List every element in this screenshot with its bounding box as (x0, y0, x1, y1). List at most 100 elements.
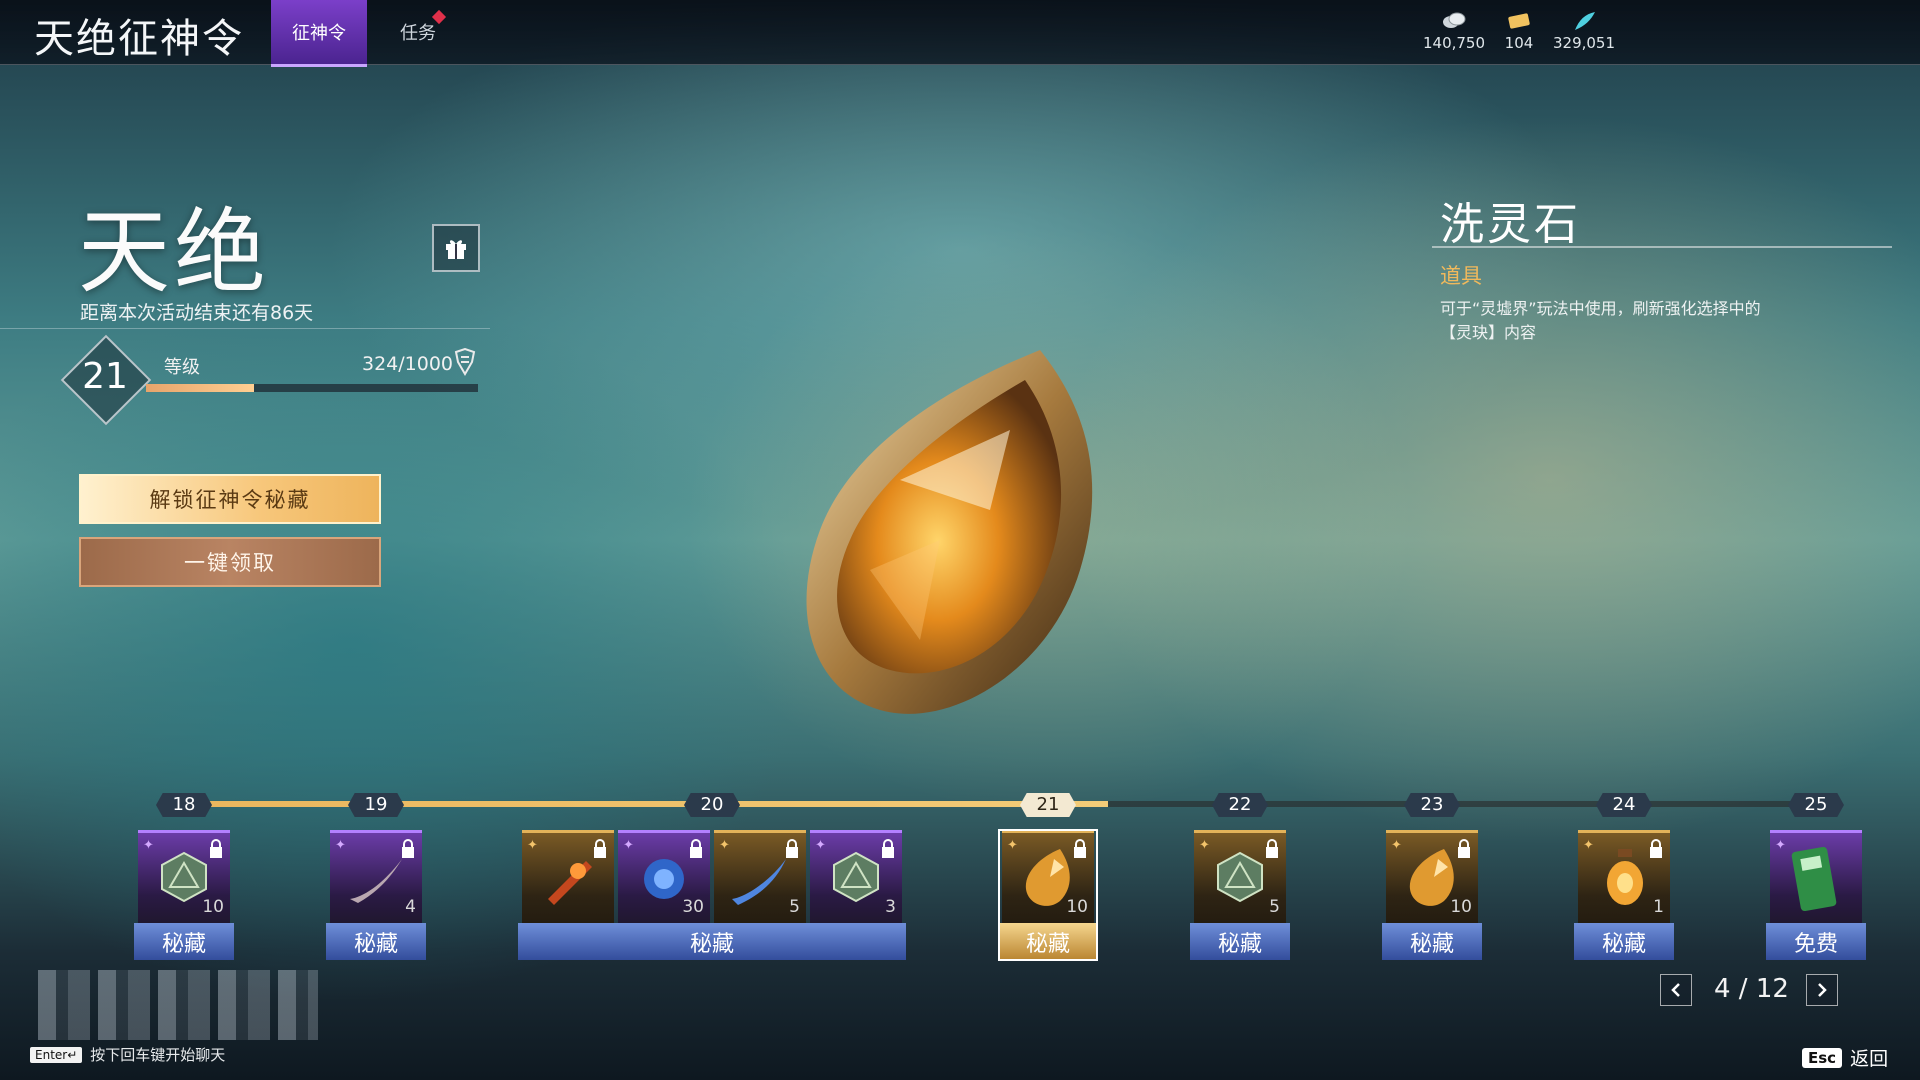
selection-frame (998, 829, 1098, 961)
reward-quantity: 5 (1269, 897, 1280, 917)
item-description-line: 【灵玦】内容 (1440, 323, 1537, 342)
item-type: 道具 (1440, 264, 1482, 288)
reward-slot[interactable]: ✦ 5 (714, 830, 806, 923)
coin-icon (1443, 12, 1466, 28)
reward-slot[interactable]: ✦ 10 (138, 830, 230, 923)
pager-indicator: 4 / 12 (1714, 974, 1789, 1004)
reward-card-18[interactable]: ✦ 10 秘藏 (134, 830, 234, 960)
spirit-stone-icon (806, 350, 1093, 714)
rarity-mark-icon: ✦ (335, 838, 346, 853)
flame-scroll-icon (548, 861, 592, 905)
reward-label: 免费 (1766, 923, 1866, 960)
green-card-icon (1791, 846, 1837, 912)
reward-quantity: 5 (789, 897, 800, 917)
level-tag: 20 (684, 793, 740, 817)
back-hint[interactable]: Esc 返回 (1802, 1044, 1888, 1071)
chat-hint[interactable]: Enter↵ 按下回车键开始聊天 (30, 1044, 225, 1065)
tab-label: 征神令 (292, 23, 346, 44)
level-tag: 25 (1788, 793, 1844, 817)
level-tag: 18 (156, 793, 212, 817)
rarity-mark-icon: ✦ (1391, 838, 1402, 853)
exp-crest-icon (454, 348, 476, 376)
d20-dice-icon (833, 851, 879, 903)
gift-button[interactable] (432, 224, 480, 272)
rarity-mark-icon: ✦ (815, 838, 826, 853)
reward-label: 秘藏 (1574, 923, 1674, 960)
reward-card-25[interactable]: ✦ 免费 (1766, 830, 1866, 960)
feather-icon (1575, 12, 1595, 30)
tab-battle-pass[interactable]: 征神令 (271, 0, 367, 67)
reward-slot[interactable]: ✦ 1 (1578, 830, 1670, 923)
reward-card-19[interactable]: ✦ 4 秘藏 (326, 830, 426, 960)
esc-key-chip: Esc (1802, 1047, 1843, 1068)
reward-slot[interactable]: ✦ (522, 830, 614, 923)
rarity-mark-icon: ✦ (1583, 838, 1594, 853)
exp-progress-bar (146, 384, 478, 392)
reward-quantity: 1 (1653, 897, 1664, 917)
blue-feather-icon (732, 859, 786, 905)
reward-card-22[interactable]: ✦ 5 秘藏 (1190, 830, 1290, 960)
chat-hint-text: 按下回车键开始聊天 (90, 1046, 226, 1064)
level-label: 等级 (164, 357, 200, 378)
back-label: 返回 (1850, 1048, 1889, 1070)
reward-label: 秘藏 (134, 923, 234, 960)
item-description: 可于“灵墟界”玩法中使用，刷新强化选择中的 【灵玦】内容 (1440, 297, 1840, 345)
reward-track-progress (170, 801, 1108, 807)
tab-label: 任务 (400, 23, 436, 44)
reward-label: 秘藏 (1382, 923, 1482, 960)
rarity-mark-icon: ✦ (623, 838, 634, 853)
item-description-line: 可于“灵墟界”玩法中使用，刷新强化选择中的 (1440, 299, 1761, 318)
reward-slot[interactable]: ✦ 3 (810, 830, 902, 923)
amber-lantern-icon (1607, 849, 1643, 905)
exp-value: 324/1000 (362, 353, 454, 375)
divider (1432, 246, 1892, 248)
tab-tasks[interactable]: 任务 (388, 0, 448, 64)
season-name: 天绝 (78, 199, 271, 306)
chat-log-blurred (38, 970, 318, 1040)
item-name: 洗灵石 (1440, 199, 1581, 250)
level-tag: 22 (1212, 793, 1268, 817)
reward-quantity: 10 (1450, 897, 1472, 917)
event-countdown: 距离本次活动结束还有86天 (80, 302, 314, 324)
currency-feather: 329,051 (1544, 10, 1624, 52)
rarity-mark-icon: ✦ (143, 838, 154, 853)
reward-card-23[interactable]: ✦ 10 秘藏 (1382, 830, 1482, 960)
reward-slot[interactable]: ✦ 4 (330, 830, 422, 923)
reward-card-24[interactable]: ✦ 1 秘藏 (1574, 830, 1674, 960)
claw-icon (350, 859, 402, 903)
unlock-premium-button[interactable]: 解锁征神令秘藏 (79, 474, 381, 524)
reward-slot[interactable]: ✦ 5 (1194, 830, 1286, 923)
pager-prev-button[interactable] (1660, 974, 1692, 1006)
chevron-left-icon (1671, 983, 1680, 997)
app-title: 天绝征神令 (34, 16, 244, 62)
ticket-icon (1508, 13, 1530, 29)
reward-card-20[interactable]: ✦ ✦ 30 ✦ 5 ✦ 3 秘藏 (518, 830, 906, 960)
reward-label: 秘藏 (518, 923, 906, 960)
reward-label: 秘藏 (326, 923, 426, 960)
currency-value: 329,051 (1552, 34, 1616, 52)
reward-quantity: 10 (202, 897, 224, 917)
level-tag: 24 (1596, 793, 1652, 817)
pager: 4 / 12 (1660, 972, 1840, 1010)
pager-next-button[interactable] (1806, 974, 1838, 1006)
gift-icon (446, 240, 466, 259)
reward-slot[interactable]: ✦ 10 (1386, 830, 1478, 923)
reward-slot[interactable]: ✦ (1770, 830, 1862, 923)
enter-key-chip: Enter↵ (30, 1046, 83, 1063)
exp-progress-fill (146, 384, 254, 392)
level-tag: 19 (348, 793, 404, 817)
claim-all-button[interactable]: 一键领取 (79, 537, 381, 587)
reward-quantity: 4 (405, 897, 416, 917)
level-tag-current: 21 (1020, 793, 1076, 817)
chevron-right-icon (1818, 983, 1827, 997)
reward-quantity: 30 (682, 897, 704, 917)
reward-slot[interactable]: ✦ 30 (618, 830, 710, 923)
rarity-mark-icon: ✦ (1775, 838, 1786, 853)
item-preview (780, 340, 1130, 740)
reward-label: 秘藏 (1190, 923, 1290, 960)
d20-dice-icon (1217, 851, 1263, 903)
rarity-mark-icon: ✦ (1199, 838, 1210, 853)
top-bar: 天绝征神令 征神令 任务 140,750 104 329,051 (0, 0, 1920, 67)
level-number: 21 (82, 356, 128, 397)
divider (0, 328, 490, 329)
